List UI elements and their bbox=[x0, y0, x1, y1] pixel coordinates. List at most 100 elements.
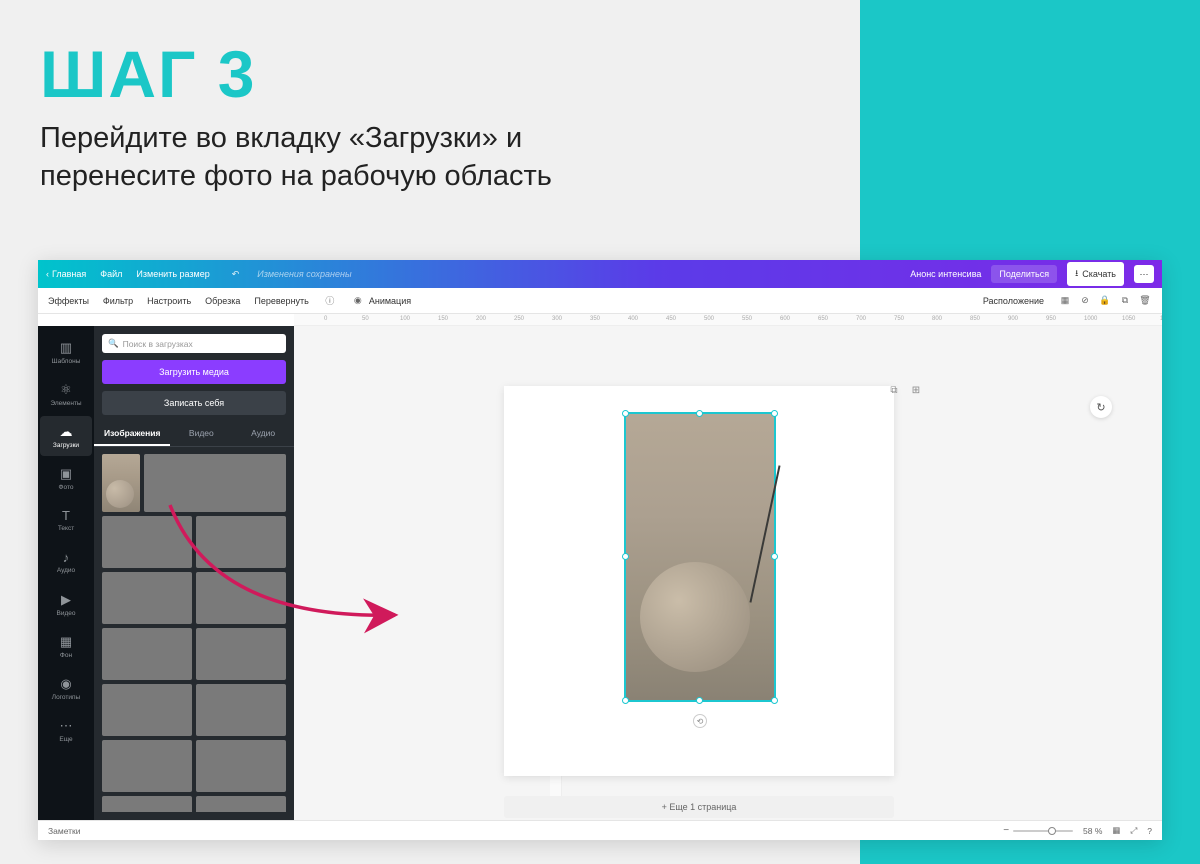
announce-label[interactable]: Анонс интенсива bbox=[910, 269, 981, 279]
sidebar-icon: T bbox=[62, 508, 70, 523]
sidebar-icon: ▣ bbox=[60, 466, 72, 482]
horizontal-ruler: 0501001502002503003504004505005506006507… bbox=[294, 314, 1162, 326]
thumbnail-item[interactable] bbox=[196, 516, 286, 568]
zoom-value[interactable]: 58 % bbox=[1083, 826, 1102, 836]
thumbnails-grid bbox=[102, 454, 286, 812]
filter-button[interactable]: Фильтр bbox=[103, 296, 133, 306]
animate-icon[interactable]: ◉ bbox=[351, 294, 365, 308]
transparency-icon[interactable]: ▦ bbox=[1058, 294, 1072, 308]
thumbnail-item[interactable] bbox=[102, 454, 140, 512]
sidebar-icon: ▥ bbox=[60, 340, 72, 356]
sidebar-item-логотипы[interactable]: ◉Логотипы bbox=[40, 668, 92, 708]
trash-icon[interactable]: 🗑 bbox=[1138, 294, 1152, 308]
resize-handle[interactable] bbox=[771, 697, 778, 704]
resize-menu[interactable]: Изменить размер bbox=[136, 269, 209, 279]
thumbnail-item[interactable] bbox=[196, 684, 286, 736]
effects-button[interactable]: Эффекты bbox=[48, 296, 89, 306]
add-page-icon[interactable]: ⊞ bbox=[908, 382, 924, 398]
search-icon: 🔍 bbox=[108, 338, 119, 349]
rotate-handle[interactable]: ⟲ bbox=[693, 714, 707, 728]
notes-button[interactable]: Заметки bbox=[48, 826, 81, 836]
copy-icon[interactable]: ⧉ bbox=[1118, 294, 1132, 308]
more-button[interactable]: ⋯ bbox=[1134, 265, 1154, 283]
sidebar-icon: ▶ bbox=[61, 592, 71, 608]
uploads-panel: 🔍 Поиск в загрузках Загрузить медиа Запи… bbox=[94, 326, 294, 820]
step-title: ШАГ 3 bbox=[40, 36, 552, 112]
thumbnail-item[interactable] bbox=[196, 796, 286, 812]
redo-button[interactable]: ↻ bbox=[1090, 396, 1112, 418]
add-page-button[interactable]: + Еще 1 страница bbox=[504, 796, 894, 818]
resize-handle[interactable] bbox=[771, 410, 778, 417]
thumbnail-item[interactable] bbox=[196, 740, 286, 792]
resize-handle[interactable] bbox=[622, 410, 629, 417]
sidebar-item-еще[interactable]: ⋯Еще bbox=[40, 710, 92, 750]
link-icon[interactable]: ⊘ bbox=[1078, 294, 1092, 308]
app-window: ‹ Главная Файл Изменить размер ↶ Изменен… bbox=[38, 260, 1162, 840]
resize-handle[interactable] bbox=[696, 410, 703, 417]
share-button[interactable]: Поделиться bbox=[991, 265, 1057, 283]
record-self-button[interactable]: Записать себя bbox=[102, 391, 286, 415]
download-button[interactable]: ⭳ Скачать bbox=[1067, 262, 1124, 286]
undo-icon[interactable]: ↶ bbox=[232, 269, 240, 280]
chevron-left-icon: ‹ bbox=[46, 269, 49, 279]
tab-audio[interactable]: Аудио bbox=[232, 422, 294, 446]
thumbnail-item[interactable] bbox=[102, 628, 192, 680]
help-icon[interactable]: ? bbox=[1147, 826, 1152, 836]
thumbnail-item[interactable] bbox=[102, 684, 192, 736]
sidebar-icon: ⋯ bbox=[60, 718, 73, 734]
thumbnail-item[interactable] bbox=[196, 628, 286, 680]
thumbnail-item[interactable] bbox=[102, 740, 192, 792]
resize-handle[interactable] bbox=[622, 553, 629, 560]
crop-button[interactable]: Обрезка bbox=[205, 296, 240, 306]
download-icon: ⭳ bbox=[1075, 266, 1078, 282]
file-menu[interactable]: Файл bbox=[100, 269, 122, 279]
upload-media-button[interactable]: Загрузить медиа bbox=[102, 360, 286, 384]
sidebar: ▥Шаблоны⚛Элементы☁Загрузки▣ФотоTТекст♪Ау… bbox=[38, 326, 94, 820]
footer-bar: Заметки − 58 % ▦ ⤢ ? bbox=[38, 820, 1162, 840]
sidebar-item-элементы[interactable]: ⚛Элементы bbox=[40, 374, 92, 414]
canvas-page[interactable]: ⧉ ⊞ ⟲ bbox=[504, 386, 894, 776]
sidebar-icon: ◉ bbox=[60, 676, 71, 692]
media-tabs: Изображения Видео Аудио bbox=[94, 422, 294, 447]
sidebar-item-текст[interactable]: TТекст bbox=[40, 500, 92, 540]
flip-button[interactable]: Перевернуть bbox=[254, 296, 308, 306]
sidebar-item-фото[interactable]: ▣Фото bbox=[40, 458, 92, 498]
resize-handle[interactable] bbox=[771, 553, 778, 560]
fullscreen-icon[interactable]: ⤢ bbox=[1130, 825, 1137, 836]
adjust-button[interactable]: Настроить bbox=[147, 296, 191, 306]
grid-view-icon[interactable]: ▦ bbox=[1112, 825, 1120, 836]
zoom-slider[interactable]: − bbox=[1003, 825, 1073, 836]
sidebar-item-шаблоны[interactable]: ▥Шаблоны bbox=[40, 332, 92, 372]
thumbnail-item[interactable] bbox=[144, 454, 286, 512]
step-description: Перейдите во вкладку «Загрузки» и перене… bbox=[40, 120, 552, 195]
sidebar-item-аудио[interactable]: ♪Аудио bbox=[40, 542, 92, 582]
thumbnail-item[interactable] bbox=[102, 796, 192, 812]
save-status: Изменения сохранены bbox=[257, 269, 351, 279]
duplicate-page-icon[interactable]: ⧉ bbox=[886, 382, 902, 398]
thumbnail-item[interactable] bbox=[102, 572, 192, 624]
sidebar-icon: ♪ bbox=[63, 550, 70, 565]
context-toolbar: Эффекты Фильтр Настроить Обрезка Перевер… bbox=[38, 288, 1162, 314]
sidebar-item-видео[interactable]: ▶Видео bbox=[40, 584, 92, 624]
tab-video[interactable]: Видео bbox=[170, 422, 232, 446]
thumbnail-item[interactable] bbox=[102, 516, 192, 568]
lock-icon[interactable]: 🔒 bbox=[1098, 294, 1112, 308]
sidebar-item-загрузки[interactable]: ☁Загрузки bbox=[40, 416, 92, 456]
resize-handle[interactable] bbox=[622, 697, 629, 704]
sidebar-icon: ☁ bbox=[60, 424, 73, 440]
position-button[interactable]: Расположение bbox=[983, 296, 1044, 306]
sidebar-icon: ⚛ bbox=[60, 382, 72, 398]
thumbnail-item[interactable] bbox=[196, 572, 286, 624]
instruction-block: ШАГ 3 Перейдите во вкладку «Загрузки» и … bbox=[40, 36, 552, 195]
canvas-area[interactable]: 2003004005006007008009001000 ‹ ⧉ ⊞ ⟲ bbox=[294, 326, 1162, 820]
search-input[interactable]: 🔍 Поиск в загрузках bbox=[102, 334, 286, 353]
selected-image[interactable]: ⟲ bbox=[624, 412, 776, 702]
sidebar-item-фон[interactable]: ▦Фон bbox=[40, 626, 92, 666]
resize-handle[interactable] bbox=[696, 697, 703, 704]
info-icon[interactable]: ⓘ bbox=[323, 294, 337, 308]
title-bar: ‹ Главная Файл Изменить размер ↶ Изменен… bbox=[38, 260, 1162, 288]
home-button[interactable]: ‹ Главная bbox=[46, 269, 86, 279]
animate-button[interactable]: Анимация bbox=[369, 296, 411, 306]
sidebar-icon: ▦ bbox=[60, 634, 72, 650]
tab-images[interactable]: Изображения bbox=[94, 422, 170, 446]
